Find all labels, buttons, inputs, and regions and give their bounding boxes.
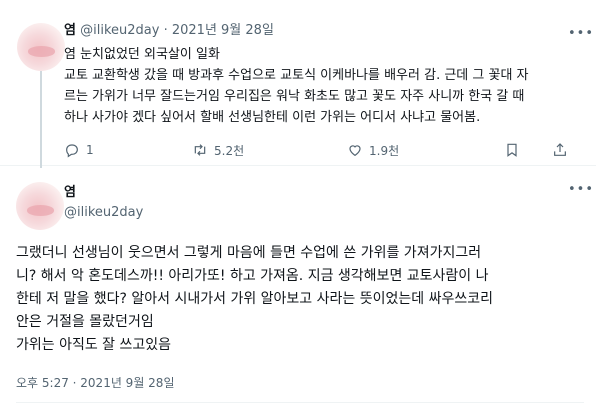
tweet-parent[interactable]: 염 @ilikeu2day · 2021년 9월 28일 ••• 염 눈치없었던…	[0, 0, 596, 168]
avatar[interactable]	[16, 182, 64, 230]
tweet-text-line: 교토 교환학생 갔을 때 방과후 수업으로 교토식 이케바나를 배우러 감. 근…	[64, 68, 529, 83]
bookmark-icon	[507, 143, 517, 157]
tweet-text-line: 염 눈치없었던 외국살이 일화	[64, 47, 220, 62]
tweet-text-line: 한테 저 말을 했다? 알아서 시내가서 가위 알아보고 사라는 뜻이었는데 싸…	[16, 291, 493, 307]
retweet-button[interactable]: 5.2천	[192, 139, 244, 161]
heart-icon	[349, 145, 361, 157]
tweet-text-line: 안은 거절을 몰랐던거임	[16, 314, 154, 330]
avatar[interactable]	[17, 23, 65, 71]
tweet-text: 그랬더니 선생님이 웃으면서 그렇게 마음에 들면 수업에 쓴 가위를 가져가지…	[16, 242, 584, 357]
reply-button[interactable]: 1	[64, 139, 94, 161]
tweet-text-line: 하나 사가야 겠다 싶어서 할배 선생님한테 이런 가위는 어디서 사냐고 물어…	[64, 110, 481, 125]
divider	[16, 402, 584, 403]
tweet-text: 염 눈치없었던 외국살이 일화 교토 교환학생 갔을 때 방과후 수업으로 교토…	[64, 44, 584, 128]
tweet-text-line: 니? 해서 악 혼도데스까!! 아리가또! 하고 가져옴. 지금 생각해보면 교…	[16, 268, 489, 284]
author-handle[interactable]: @ilikeu2day	[80, 23, 159, 38]
meta-separator: ·	[163, 23, 168, 38]
tweet-text-line: 르는 가위가 너무 잘드는거임 우리집은 워낙 화초도 많고 꽃도 자주 사니까…	[64, 89, 525, 104]
author-name[interactable]: 염	[64, 23, 76, 38]
author-name[interactable]: 염	[64, 184, 76, 202]
tweet-timestamp[interactable]: 오후 5:27 · 2021년 9월 28일	[16, 374, 174, 392]
reply-count: 1	[86, 143, 94, 157]
share-button[interactable]	[552, 139, 568, 161]
reply-icon	[66, 144, 78, 158]
more-icon[interactable]: •••	[568, 182, 594, 197]
retweet-icon	[194, 144, 206, 156]
tweet-text-line: 그랬더니 선생님이 웃으면서 그렇게 마음에 들면 수업에 쓴 가위를 가져가지…	[16, 245, 482, 261]
tweet-actions: 1 5.2천 1.9천	[64, 139, 584, 161]
share-icon	[554, 143, 566, 156]
like-button[interactable]: 1.9천	[347, 139, 399, 161]
tweet-header: 염 @ilikeu2day · 2021년 9월 28일	[64, 22, 274, 40]
like-count: 1.9천	[369, 143, 400, 158]
retweet-count: 5.2천	[214, 143, 245, 158]
bookmark-button[interactable]	[504, 139, 520, 161]
tweet-text-line: 가위는 아직도 잘 쓰고있음	[16, 337, 172, 353]
thread-connector-line	[40, 68, 42, 168]
author-handle[interactable]: @ilikeu2day	[64, 204, 143, 222]
tweet-date[interactable]: 2021년 9월 28일	[172, 23, 274, 38]
more-icon[interactable]: •••	[568, 26, 594, 41]
